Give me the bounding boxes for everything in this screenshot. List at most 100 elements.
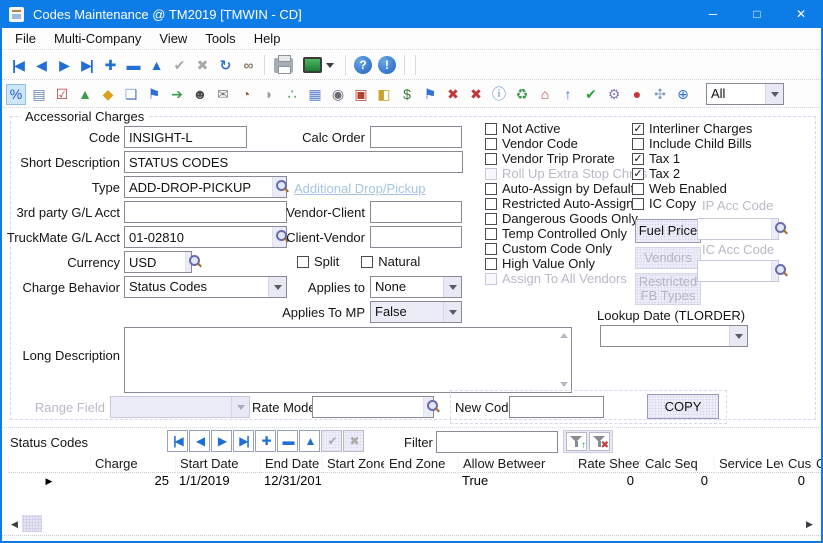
checkbox[interactable]: High Value Only <box>485 256 647 271</box>
checkbox[interactable]: Auto-Assign by Default <box>485 181 647 196</box>
clear-filter-button[interactable]: ✖ <box>589 432 610 451</box>
short-description-field[interactable] <box>124 151 463 173</box>
first-record-button[interactable]: |◀ <box>6 53 29 77</box>
apply-filter-button[interactable]: ↑ <box>566 432 587 451</box>
truck-icon[interactable]: ▣ <box>351 84 371 105</box>
lookup-date-combobox[interactable] <box>600 325 748 347</box>
checkbox-box[interactable] <box>485 213 497 225</box>
type-input[interactable] <box>125 177 272 197</box>
shoe-icon[interactable]: ◗ <box>259 84 279 105</box>
chevron-down-icon[interactable] <box>765 84 783 104</box>
grid-data-row[interactable]: ▶251/1/201912/31/2019 11:True000 <box>8 473 823 490</box>
ic-acc-code-input[interactable] <box>698 261 771 281</box>
close-button[interactable]: ✕ <box>779 0 823 28</box>
checkbox[interactable]: ✓ Tax 2 <box>632 166 752 181</box>
camera-icon[interactable]: ◉ <box>328 84 348 105</box>
grid-cell[interactable] <box>811 473 815 490</box>
checkbox-box[interactable] <box>297 256 309 268</box>
network-delete-icon[interactable]: ✖ <box>443 84 463 105</box>
calendar-icon[interactable]: ▦ <box>305 84 325 105</box>
network-delete-alt-icon[interactable]: ✖ <box>466 84 486 105</box>
gauge-icon[interactable]: ◔ <box>236 84 256 105</box>
checkbox-box[interactable] <box>485 228 497 240</box>
view-filter-combobox[interactable]: All <box>706 83 784 105</box>
copy-button[interactable]: COPY <box>647 394 719 419</box>
code-field[interactable] <box>124 126 247 148</box>
validate-check-icon[interactable]: ✔ <box>581 84 601 105</box>
currency-field[interactable] <box>124 251 192 273</box>
grid-header-cell[interactable]: Rate Sheet ID <box>573 456 640 473</box>
checkbox[interactable]: Not Active <box>485 121 647 136</box>
grid-header-cell[interactable]: Calc Seq <box>640 456 714 473</box>
truckmate-gl-lookup-icon[interactable] <box>272 227 286 247</box>
grid-cell[interactable]: ▶ <box>8 473 90 490</box>
checkbox-box[interactable]: ✓ <box>632 153 644 165</box>
house-icon[interactable]: ⌂ <box>535 84 555 105</box>
grid-delete-button[interactable]: ▬ <box>277 430 298 452</box>
grid-first-button[interactable]: |◀ <box>167 430 188 452</box>
about-button[interactable]: ! <box>378 56 396 74</box>
mail-icon[interactable]: ✉ <box>213 84 233 105</box>
checklist-icon[interactable]: ☑ <box>52 84 72 105</box>
grid-header-cell[interactable]: Charge <box>90 456 175 473</box>
invoice-icon[interactable]: $ <box>397 84 417 105</box>
checkbox-box[interactable] <box>632 183 644 195</box>
flag-blue-icon[interactable]: ⚑ <box>420 84 440 105</box>
checkbox[interactable]: Temp Controlled Only <box>485 226 647 241</box>
currency-lookup-icon[interactable] <box>185 252 191 272</box>
refresh-button[interactable]: ↻ <box>213 53 236 77</box>
ip-acc-lookup-icon[interactable] <box>771 219 778 239</box>
menu-item[interactable]: File <box>6 29 45 48</box>
chevron-down-icon[interactable] <box>268 277 286 297</box>
hscroll-right-icon[interactable]: ▶ <box>806 519 813 530</box>
checkbox-box[interactable] <box>361 256 373 268</box>
grid-header-cell[interactable]: Service Leve <box>714 456 783 473</box>
car-icon[interactable]: ● <box>627 84 647 105</box>
type-lookup-icon[interactable] <box>272 177 286 197</box>
short-description-input[interactable] <box>125 152 462 172</box>
grid-insert-button[interactable]: ✚ <box>255 430 276 452</box>
grid-header-cell[interactable] <box>8 456 90 473</box>
grid-next-button[interactable]: ▶ <box>211 430 232 452</box>
client-vendor-field[interactable] <box>370 226 462 248</box>
pinwheel-icon[interactable]: ✣ <box>650 84 670 105</box>
grid-prior-button[interactable]: ◀ <box>189 430 210 452</box>
checkbox[interactable]: Natural <box>361 254 420 269</box>
checkbox[interactable]: Roll Up Extra Stop Chrqs <box>485 166 647 181</box>
checkbox[interactable]: Vendor Code <box>485 136 647 151</box>
checkbox-box[interactable] <box>485 243 497 255</box>
minimize-button[interactable]: ─ <box>691 0 735 28</box>
checkbox[interactable]: Include Child Bills <box>632 136 752 151</box>
rate-mode-field[interactable] <box>312 396 434 418</box>
menu-item[interactable]: Help <box>245 29 290 48</box>
vendor-client-field[interactable] <box>370 201 462 223</box>
hscroll-left-icon[interactable]: ◀ <box>11 519 18 530</box>
new-code-field[interactable] <box>509 396 604 418</box>
applies-to-combobox[interactable]: None <box>370 276 462 298</box>
next-record-button[interactable]: ▶ <box>52 53 75 77</box>
chevron-down-icon[interactable] <box>729 326 747 346</box>
rate-mode-input[interactable] <box>313 397 423 417</box>
menu-item[interactable]: View <box>150 29 196 48</box>
checkbox[interactable]: Split <box>297 254 339 269</box>
shield-icon[interactable]: ◆ <box>98 84 118 105</box>
rate-mode-lookup-icon[interactable] <box>423 397 433 417</box>
grid-header-cell[interactable]: End Zone <box>384 456 458 473</box>
restricted-fb-types-button[interactable]: Restricted FB Types <box>635 273 701 305</box>
third-party-gl-input[interactable] <box>125 202 286 222</box>
grid-cell[interactable]: 1/1/2019 <box>175 473 260 490</box>
checkbox-box[interactable] <box>485 123 497 135</box>
ip-acc-code-input[interactable] <box>698 219 771 239</box>
report-icon[interactable]: ▤ <box>29 84 49 105</box>
screen-view-button[interactable] <box>297 53 340 77</box>
prior-record-button[interactable]: ◀ <box>29 53 52 77</box>
grid-cell[interactable]: True <box>458 473 573 490</box>
grid-cell[interactable] <box>322 473 384 490</box>
truckmate-gl-field[interactable] <box>124 226 287 248</box>
vendor-client-input[interactable] <box>371 202 461 222</box>
checkbox[interactable]: ✓ Tax 1 <box>632 151 752 166</box>
grid-cell[interactable]: 0 <box>640 473 714 490</box>
grid-header-cell[interactable]: Start Date <box>175 456 260 473</box>
checkbox-box[interactable]: ✓ <box>632 168 644 180</box>
globe-icon[interactable]: ⊕ <box>673 84 693 105</box>
